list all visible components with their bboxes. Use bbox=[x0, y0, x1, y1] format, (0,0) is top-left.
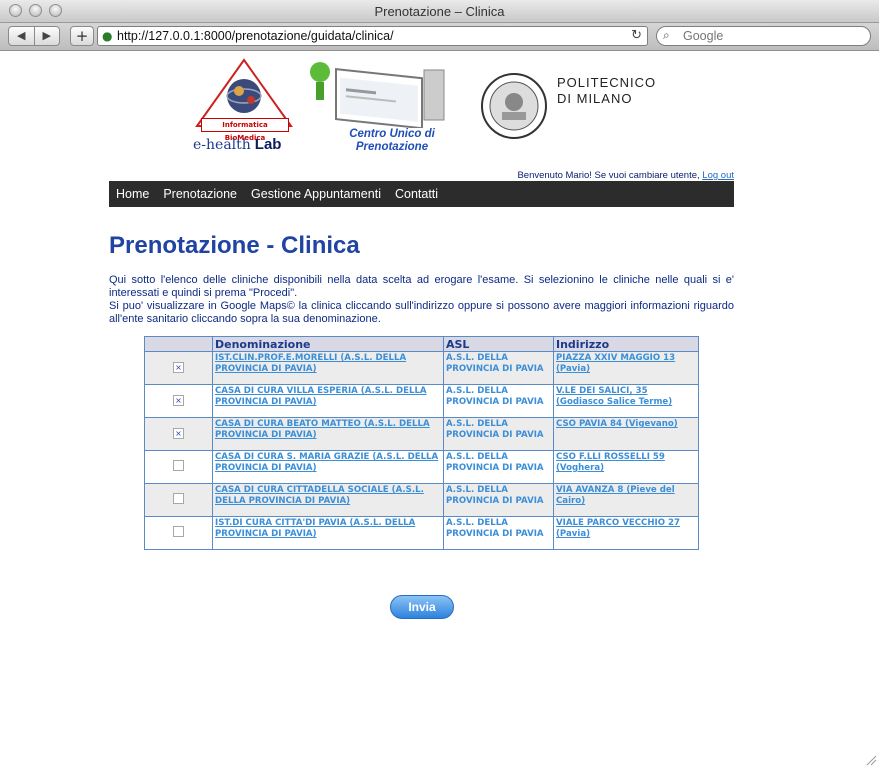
table-row: CASA DI CURA S. MARIA GRAZIE (A.S.L. DEL… bbox=[144, 450, 699, 484]
clinics-table: Denominazione ASL Indirizzo × IST.CLIN.P… bbox=[144, 336, 699, 550]
select-cell bbox=[144, 516, 213, 550]
welcome-text: Benvenuto Mario! Se vuoi cambiare utente… bbox=[517, 170, 700, 181]
ehealth-banner: Informatica BioMedica bbox=[201, 118, 289, 142]
select-cell: × bbox=[144, 417, 213, 451]
clinic-checkbox[interactable] bbox=[173, 459, 184, 471]
clinic-checkbox[interactable]: × bbox=[173, 395, 184, 406]
ehealth-lab-logo: Informatica BioMedica e-health Lab bbox=[193, 58, 297, 156]
back-button[interactable]: ◀ bbox=[9, 27, 34, 45]
clinic-name-link[interactable]: IST.CLIN.PROF.E.MORELLI (A.S.L. DELLA PR… bbox=[215, 353, 406, 374]
menu-item-home[interactable]: Home bbox=[109, 181, 156, 207]
header-asl: ASL bbox=[443, 336, 554, 352]
clinic-address-link[interactable]: CSO F.LLI ROSSELLI 59 (Voghera) bbox=[556, 452, 665, 473]
reload-icon[interactable]: ↻ bbox=[631, 28, 642, 43]
clinic-name-link[interactable]: CASA DI CURA BEATO MATTEO (A.S.L. DELLA … bbox=[215, 419, 430, 440]
polimi-name: POLITECNICO DI MILANO bbox=[557, 75, 656, 107]
menu-item-gestione-appuntamenti[interactable]: Gestione Appuntamenti bbox=[244, 181, 388, 207]
name-cell: CASA DI CURA S. MARIA GRAZIE (A.S.L. DEL… bbox=[212, 450, 444, 484]
clinic-checkbox[interactable]: × bbox=[173, 362, 184, 373]
ehealth-name: e-health Lab bbox=[193, 136, 281, 153]
clinic-address-link[interactable]: VIA AVANZA 8 (Pieve del Cairo) bbox=[556, 485, 675, 506]
address-bar[interactable]: ● http://127.0.0.1:8000/prenotazione/gui… bbox=[97, 26, 648, 46]
name-cell: CASA DI CURA CITTADELLA SOCIALE (A.S.L. … bbox=[212, 483, 444, 517]
cup-logo: Centro Unico di Prenotazione bbox=[306, 60, 454, 156]
computer-monitor-icon bbox=[310, 62, 445, 128]
clinic-checkbox[interactable] bbox=[173, 492, 184, 504]
asl-cell: A.S.L. DELLA PROVINCIA DI PAVIA bbox=[443, 384, 554, 418]
site-icon: ● bbox=[102, 29, 113, 43]
url-text[interactable]: http://127.0.0.1:8000/prenotazione/guida… bbox=[117, 29, 394, 43]
address-cell: PIAZZA XXIV MAGGIO 13 (Pavia) bbox=[553, 351, 699, 385]
ehealth-lab-text: Lab bbox=[254, 136, 282, 153]
menu-item-prenotazione[interactable]: Prenotazione bbox=[156, 181, 244, 207]
polimi-line2: DI MILANO bbox=[557, 91, 633, 106]
polimi-line1: POLITECNICO bbox=[557, 75, 657, 90]
clinic-address-link[interactable]: V.LE DEI SALICI, 35 (Godiasco Salice Ter… bbox=[556, 386, 672, 407]
name-cell: CASA DI CURA BEATO MATTEO (A.S.L. DELLA … bbox=[212, 417, 444, 451]
main-menu: Home Prenotazione Gestione Appuntamenti … bbox=[109, 181, 734, 207]
clinic-checkbox[interactable]: × bbox=[173, 428, 184, 439]
asl-cell: A.S.L. DELLA PROVINCIA DI PAVIA bbox=[443, 516, 554, 550]
ehealth-name-text: e-health bbox=[193, 137, 251, 153]
clinic-checkbox[interactable] bbox=[173, 525, 184, 537]
nav-buttons: ◀ ▶ bbox=[8, 26, 60, 46]
clinic-name-link[interactable]: CASA DI CURA CITTADELLA SOCIALE (A.S.L. … bbox=[215, 485, 424, 506]
clinic-address-link[interactable]: CSO PAVIA 84 (Vigevano) bbox=[556, 419, 678, 429]
submit-button[interactable]: Invia bbox=[390, 595, 454, 619]
clinic-address-link[interactable]: PIAZZA XXIV MAGGIO 13 (Pavia) bbox=[556, 353, 675, 374]
asl-cell: A.S.L. DELLA PROVINCIA DI PAVIA bbox=[443, 417, 554, 451]
table-header-row: Denominazione ASL Indirizzo bbox=[144, 336, 699, 352]
resize-grip-icon[interactable] bbox=[865, 754, 877, 766]
name-cell: IST.CLIN.PROF.E.MORELLI (A.S.L. DELLA PR… bbox=[212, 351, 444, 385]
header-indirizzo: Indirizzo bbox=[553, 336, 699, 352]
cup-line2: Prenotazione bbox=[355, 141, 429, 153]
address-cell: V.LE DEI SALICI, 35 (Godiasco Salice Ter… bbox=[553, 384, 699, 418]
search-input[interactable] bbox=[683, 28, 863, 44]
asl-cell: A.S.L. DELLA PROVINCIA DI PAVIA bbox=[443, 483, 554, 517]
header-denominazione: Denominazione bbox=[212, 336, 444, 352]
select-cell bbox=[144, 450, 213, 484]
browser-toolbar: ◀ ▶ + ● http://127.0.0.1:8000/prenotazio… bbox=[0, 23, 879, 51]
cup-line1: Centro Unico di bbox=[349, 128, 435, 140]
table-row: × CASA DI CURA BEATO MATTEO (A.S.L. DELL… bbox=[144, 417, 699, 451]
clinic-address-link[interactable]: VIALE PARCO VECCHIO 27 (Pavia) bbox=[556, 518, 680, 539]
add-bookmark-button[interactable]: + bbox=[70, 26, 94, 46]
menu-item-contatti[interactable]: Contatti bbox=[388, 181, 445, 207]
cup-title: Centro Unico di Prenotazione bbox=[330, 128, 454, 154]
asl-cell: A.S.L. DELLA PROVINCIA DI PAVIA bbox=[443, 450, 554, 484]
address-cell: CSO PAVIA 84 (Vigevano) bbox=[553, 417, 699, 451]
name-cell: IST.DI CURA CITTA'DI PAVIA (A.S.L. DELLA… bbox=[212, 516, 444, 550]
address-cell: VIA AVANZA 8 (Pieve del Cairo) bbox=[553, 483, 699, 517]
clinic-name-link[interactable]: IST.DI CURA CITTA'DI PAVIA (A.S.L. DELLA… bbox=[215, 518, 415, 539]
select-cell bbox=[144, 483, 213, 517]
search-field[interactable]: ⌕ bbox=[656, 26, 871, 46]
table-row: CASA DI CURA CITTADELLA SOCIALE (A.S.L. … bbox=[144, 483, 699, 517]
name-cell: CASA DI CURA VILLA ESPERIA (A.S.L. DELLA… bbox=[212, 384, 444, 418]
search-icon: ⌕ bbox=[663, 28, 670, 42]
page-title: Prenotazione - Clinica bbox=[109, 232, 360, 259]
forward-button[interactable]: ▶ bbox=[33, 27, 60, 45]
window-title: Prenotazione – Clinica bbox=[374, 4, 505, 19]
address-cell: CSO F.LLI ROSSELLI 59 (Voghera) bbox=[553, 450, 699, 484]
asl-cell: A.S.L. DELLA PROVINCIA DI PAVIA bbox=[443, 351, 554, 385]
table-row: IST.DI CURA CITTA'DI PAVIA (A.S.L. DELLA… bbox=[144, 516, 699, 550]
select-cell: × bbox=[144, 351, 213, 385]
polimi-seal-icon bbox=[481, 73, 547, 139]
intro-paragraph-2: Si puo' visualizzare in Google Maps© la … bbox=[109, 300, 734, 325]
intro-paragraph-1: Qui sotto l'elenco delle cliniche dispon… bbox=[109, 274, 734, 299]
header-select bbox=[144, 336, 213, 352]
address-cell: VIALE PARCO VECCHIO 27 (Pavia) bbox=[553, 516, 699, 550]
clinic-name-link[interactable]: CASA DI CURA VILLA ESPERIA (A.S.L. DELLA… bbox=[215, 386, 427, 407]
logout-link[interactable]: Log out bbox=[702, 170, 734, 181]
intro-text: Qui sotto l'elenco delle cliniche dispon… bbox=[109, 274, 734, 326]
select-cell: × bbox=[144, 384, 213, 418]
table-row: × CASA DI CURA VILLA ESPERIA (A.S.L. DEL… bbox=[144, 384, 699, 418]
welcome-message: Benvenuto Mario! Se vuoi cambiare utente… bbox=[517, 170, 734, 181]
clinic-name-link[interactable]: CASA DI CURA S. MARIA GRAZIE (A.S.L. DEL… bbox=[215, 452, 438, 473]
window-titlebar: Prenotazione – Clinica bbox=[0, 0, 879, 23]
table-row: × IST.CLIN.PROF.E.MORELLI (A.S.L. DELLA … bbox=[144, 351, 699, 385]
